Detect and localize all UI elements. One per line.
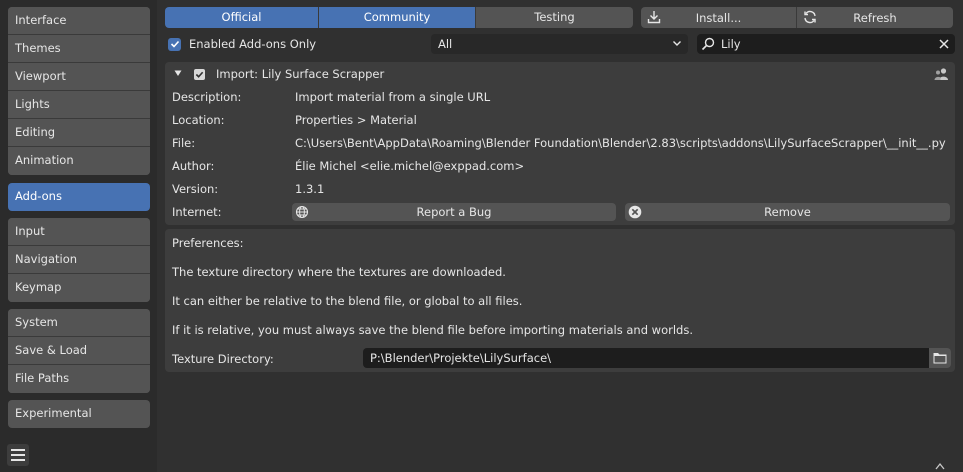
search-icon: [701, 37, 715, 51]
sidebar-item-navigation[interactable]: Navigation: [8, 246, 150, 274]
sidebar-item-keymap[interactable]: Keymap: [8, 274, 150, 302]
sidebar-item-viewport[interactable]: Viewport: [8, 63, 150, 91]
addons-main: Official Community Testing Install... Re…: [157, 0, 963, 472]
category-value: All: [438, 37, 453, 51]
install-button[interactable]: Install...: [641, 7, 797, 28]
folder-icon: [933, 353, 947, 364]
support-level-tabs: Official Community Testing: [165, 7, 633, 28]
nav-group-input: Input Navigation Keymap: [8, 218, 150, 302]
chevron-down-icon: [673, 41, 681, 46]
version-label: Version:: [172, 182, 219, 196]
remove-label: Remove: [764, 205, 811, 219]
preferences-heading: Preferences:: [172, 236, 244, 250]
sidebar-item-system[interactable]: System: [8, 309, 150, 337]
sidebar-item-themes[interactable]: Themes: [8, 35, 150, 63]
addon-header: Import: Lily Surface Scrapper: [165, 62, 955, 86]
addon-actions: Install... Refresh: [641, 7, 953, 28]
version-value: 1.3.1: [295, 182, 325, 196]
location-value: Properties > Material: [295, 113, 417, 127]
location-label: Location:: [172, 113, 225, 127]
install-label: Install...: [695, 10, 742, 25]
nav-group-experimental: Experimental: [8, 400, 150, 428]
refresh-icon: [804, 10, 816, 24]
author-value: Élie Michel <elie.michel@exppad.com>: [295, 159, 525, 173]
tab-community[interactable]: Community: [319, 7, 476, 28]
preferences-sidebar: Interface Themes Viewport Lights Editing…: [0, 0, 157, 472]
tab-testing[interactable]: Testing: [476, 7, 633, 28]
sidebar-item-input[interactable]: Input: [8, 218, 150, 246]
sidebar-item-animation[interactable]: Animation: [8, 147, 150, 175]
report-bug-label: Report a Bug: [416, 205, 492, 219]
globe-icon: [295, 205, 309, 219]
remove-icon: [628, 205, 642, 219]
report-bug-button[interactable]: Report a Bug: [292, 203, 616, 221]
preferences-text-line: The texture directory where the textures…: [172, 265, 506, 279]
sidebar-item-experimental[interactable]: Experimental: [8, 400, 150, 428]
search-field[interactable]: [697, 34, 955, 54]
close-icon[interactable]: [939, 39, 949, 49]
checkbox-checked-icon: [168, 37, 181, 51]
addon-title: Import: Lily Surface Scrapper: [216, 67, 385, 81]
refresh-button[interactable]: Refresh: [797, 7, 953, 28]
remove-button[interactable]: Remove: [625, 203, 950, 221]
description-value: Import material from a single URL: [295, 90, 491, 104]
file-value: C:\Users\Bent\AppData\Roaming\Blender Fo…: [295, 136, 946, 150]
search-input[interactable]: [721, 36, 931, 52]
preferences-panel: Preferences: The texture directory where…: [165, 229, 955, 372]
description-label: Description:: [172, 90, 242, 104]
texture-directory-input[interactable]: P:\Blender\Projekte\LilySurface\: [363, 348, 929, 368]
sidebar-item-lights[interactable]: Lights: [8, 91, 150, 119]
expand-arrow-icon[interactable]: [174, 69, 182, 77]
nav-group-ui: Interface Themes Viewport Lights Editing…: [8, 7, 150, 175]
import-icon: [647, 11, 661, 24]
enabled-only-checkbox[interactable]: Enabled Add-ons Only: [168, 37, 316, 51]
sidebar-item-save-load[interactable]: Save & Load: [8, 337, 150, 365]
refresh-label: Refresh: [853, 10, 897, 25]
file-label: File:: [172, 136, 196, 150]
sidebar-item-editing[interactable]: Editing: [8, 119, 150, 147]
enabled-only-label: Enabled Add-ons Only: [189, 37, 317, 51]
preferences-text-line: If it is relative, you must always save …: [172, 323, 693, 337]
menu-icon[interactable]: [7, 444, 29, 466]
user-icon: [934, 68, 948, 80]
category-dropdown[interactable]: All: [431, 34, 688, 54]
addon-panel: Import: Lily Surface Scrapper Descriptio…: [165, 62, 955, 225]
addon-enable-checkbox[interactable]: [194, 69, 205, 80]
nav-group-system: System Save & Load File Paths: [8, 309, 150, 393]
tab-official[interactable]: Official: [165, 7, 319, 28]
internet-label: Internet:: [172, 205, 222, 219]
browse-folder-button[interactable]: [929, 348, 951, 368]
scroll-up-icon[interactable]: [935, 462, 945, 470]
texture-directory-label: Texture Directory:: [172, 352, 274, 366]
sidebar-item-interface[interactable]: Interface: [8, 7, 150, 35]
nav-group-addons: Add-ons: [8, 183, 150, 211]
preferences-text-line: It can either be relative to the blend f…: [172, 294, 523, 308]
sidebar-item-file-paths[interactable]: File Paths: [8, 365, 150, 393]
author-label: Author:: [172, 159, 215, 173]
sidebar-item-addons[interactable]: Add-ons: [8, 183, 150, 211]
